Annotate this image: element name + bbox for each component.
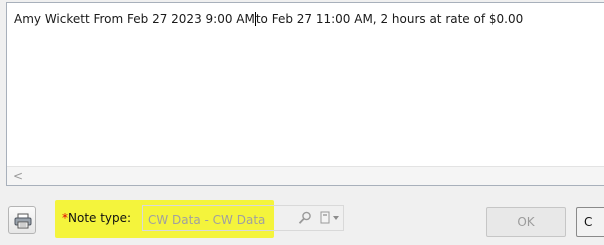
printer-icon: [14, 213, 32, 229]
notes-text-after-caret: to Feb 27 11:00 AM, 2 hours at rate of $…: [255, 12, 524, 26]
cancel-button[interactable]: C: [576, 207, 604, 237]
scroll-left-arrow[interactable]: <: [13, 168, 23, 184]
print-button[interactable]: [8, 206, 36, 234]
search-icon[interactable]: [298, 211, 312, 228]
note-type-label-text: Note type:: [68, 211, 132, 225]
notes-text-before-caret: Amy Wickett From Feb 27 2023 9:00 AM: [14, 12, 255, 26]
picker-dropdown-icon[interactable]: [319, 210, 343, 229]
note-type-label: *Note type:: [62, 211, 131, 225]
horizontal-scrollbar[interactable]: <: [7, 166, 604, 185]
notes-text: Amy Wickett From Feb 27 2023 9:00 AMto F…: [14, 12, 523, 26]
ok-button[interactable]: OK: [486, 207, 566, 237]
note-type-value: CW Data - CW Data: [148, 213, 266, 227]
notes-textarea[interactable]: Amy Wickett From Feb 27 2023 9:00 AMto F…: [6, 2, 604, 186]
